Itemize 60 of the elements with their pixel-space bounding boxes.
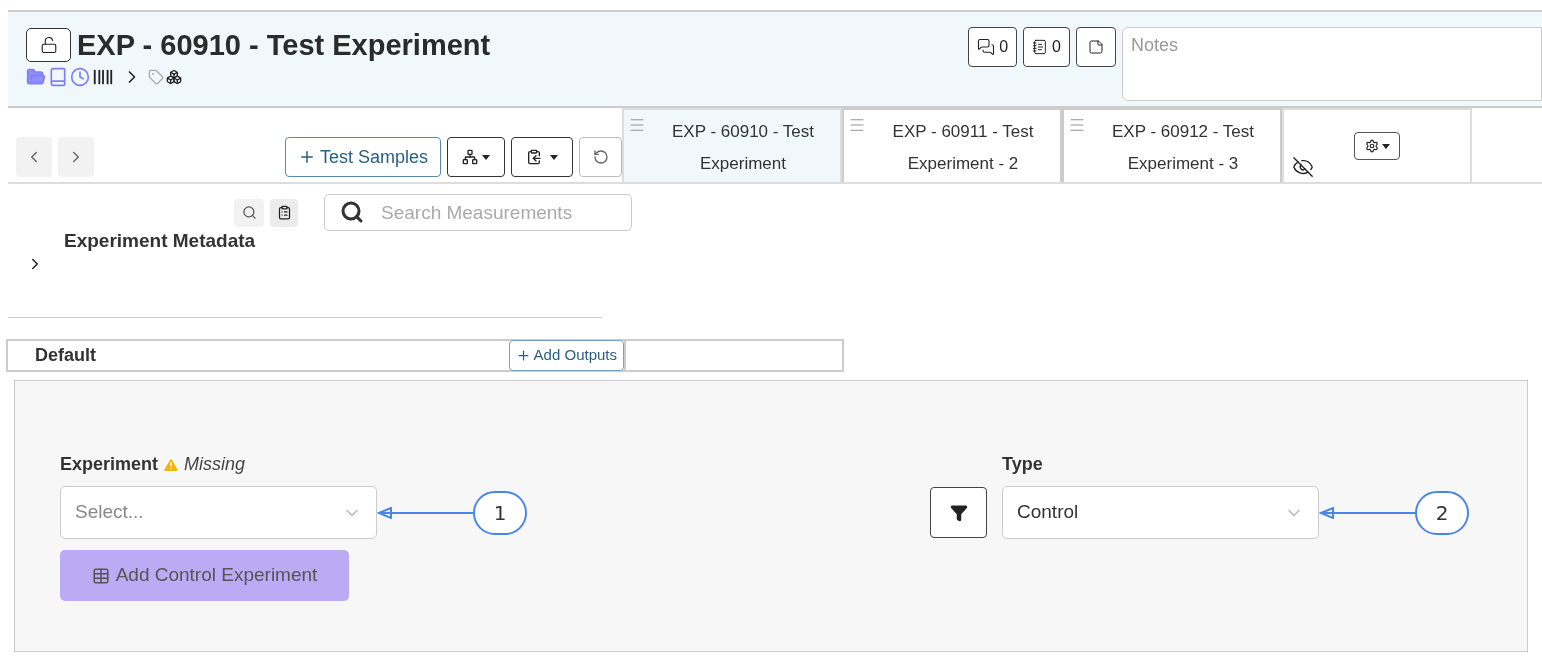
sticky-note-icon [1088,39,1104,55]
copy-button[interactable] [511,137,573,177]
lock-icon [39,36,58,54]
warning-text: Missing [184,453,246,476]
experiment-title: EXP - 60910 - Test Experiment [77,30,491,60]
clipboard-button[interactable] [270,198,298,227]
drag-handle-icon[interactable] [628,116,646,134]
drag-handle-icon[interactable] [848,116,866,134]
arrow-icon [377,506,473,519]
column-header[interactable]: EXP - 60912 - Test Experiment - 3 [1062,108,1282,182]
boxes-icon[interactable] [166,69,182,85]
comments-icon [977,38,996,56]
field-label: Experiment [60,453,159,476]
column-title: EXP - 60912 - Test [1111,121,1255,143]
group-name: Default [35,344,97,367]
settings-button[interactable] [1354,132,1400,160]
callout-number: 2 [1415,490,1469,535]
lock-button[interactable] [26,28,71,62]
comments-button[interactable]: 0 [968,27,1018,67]
filter-button[interactable] [930,487,987,538]
column-header[interactable]: EXP - 60911 - Test Experiment - 2 [842,108,1062,182]
column-title: EXP - 60911 - Test [892,121,1034,143]
add-outputs-button[interactable]: Add Outputs [508,340,624,371]
column-header[interactable]: EXP - 60910 - Test Experiment [622,108,842,182]
notebook-icon [1032,39,1049,55]
experiment-select[interactable]: Select... [60,486,377,539]
section-title: Experiment Metadata [64,229,256,253]
clipboard-icon [276,205,292,220]
column-title: EXP - 60910 - Test [671,121,815,143]
plus-icon [515,348,531,363]
caret-icon [482,154,490,160]
search-button[interactable] [234,198,264,227]
field-label: Type [1002,453,1044,476]
search-icon [340,200,364,224]
notebook-button[interactable]: 0 [1023,27,1070,67]
settings-icon [1364,139,1379,153]
undo-icon [592,149,609,165]
column-subtitle: Experiment - 3 [1127,153,1239,175]
caret-icon [550,154,558,160]
table-icon [91,566,110,585]
copy-icon [526,149,542,165]
hidden-eye-icon[interactable] [1292,156,1314,178]
filter-icon [949,503,968,522]
caret-icon [1381,143,1390,149]
book-icon[interactable] [48,67,68,87]
warning-icon [162,455,181,474]
search-field[interactable]: Search Measurements [324,194,632,231]
search-icon [241,205,257,220]
add-samples-button[interactable]: Test Samples [284,137,441,177]
folder-icon[interactable] [26,67,46,87]
callout-number: 1 [473,490,527,535]
hierarchy-button[interactable] [447,137,505,177]
hierarchy-icon [462,149,478,165]
type-select[interactable]: Control [1002,486,1319,539]
column-subtitle: Experiment - 2 [907,153,1019,175]
arrow-icon [1319,506,1415,519]
column-subtitle: Experiment [700,153,786,175]
drag-handle-icon[interactable] [1068,116,1086,134]
notes-field[interactable]: Notes [1122,27,1542,101]
sticky-note-button[interactable] [1076,27,1116,67]
